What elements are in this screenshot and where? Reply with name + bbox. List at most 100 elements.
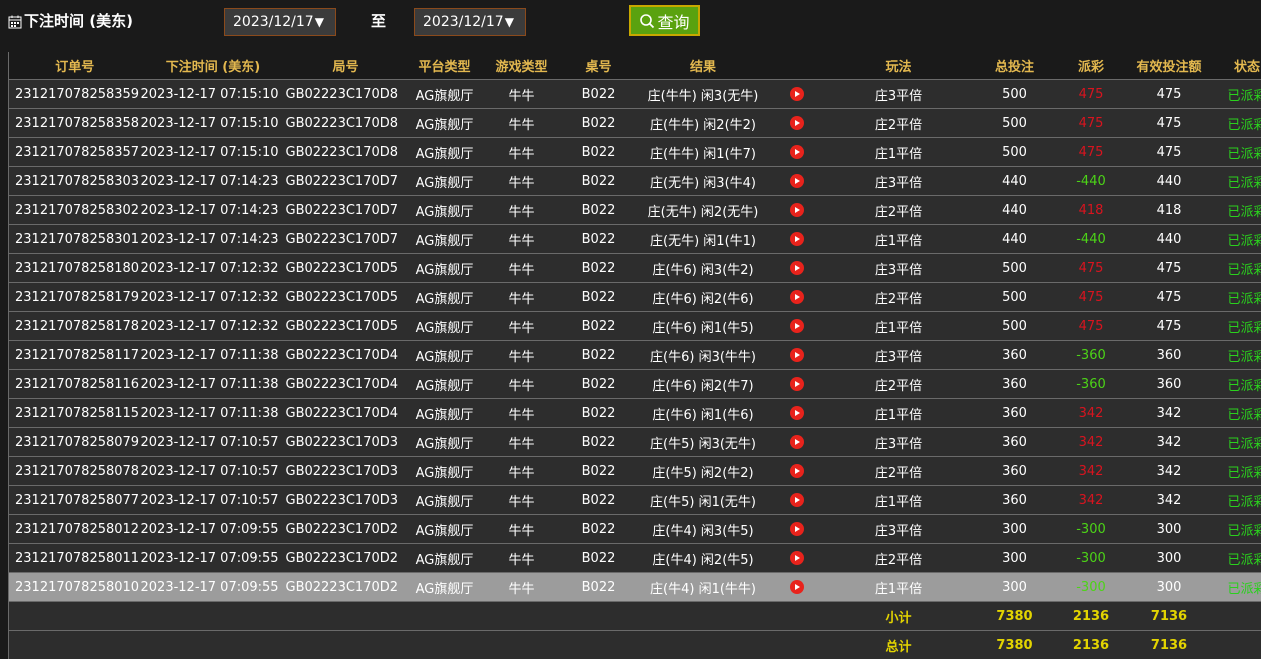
table-row[interactable]: 2312170782583012023-12-17 07:14:23GB0222… (9, 225, 1261, 254)
video-cell[interactable] (769, 312, 825, 341)
subtotal-bet: 7380 (973, 602, 1057, 631)
play-video-icon[interactable] (790, 493, 804, 507)
filter-bar: 下注时间 (美东) 2023/12/17 ▼ 至 2023/12/17 ▼ 查询 (0, 0, 1261, 50)
game-type-cell: 牛牛 (484, 399, 560, 428)
play-video-icon[interactable] (790, 116, 804, 130)
header-result: 结果 (638, 52, 769, 80)
bet-time-cell: 2023-12-17 07:11:38 (141, 341, 286, 370)
video-cell[interactable] (769, 399, 825, 428)
play-video-icon[interactable] (790, 145, 804, 159)
play-video-icon[interactable] (790, 464, 804, 478)
video-cell[interactable] (769, 515, 825, 544)
payout-cell: 475 (1057, 138, 1126, 167)
status-cell: 已派彩 (1213, 573, 1261, 602)
table-row[interactable]: 2312170782581782023-12-17 07:12:32GB0222… (9, 312, 1261, 341)
video-cell[interactable] (769, 486, 825, 515)
table-row[interactable]: 2312170782581152023-12-17 07:11:38GB0222… (9, 399, 1261, 428)
result-cell: 庄(牛6) 闲3(牛2) (638, 254, 769, 283)
play-type-cell: 庄3平倍 (825, 254, 973, 283)
table-row[interactable]: 2312170782583022023-12-17 07:14:23GB0222… (9, 196, 1261, 225)
play-type-cell: 庄2平倍 (825, 109, 973, 138)
status-cell: 已派彩 (1213, 370, 1261, 399)
total-bet-cell: 300 (973, 573, 1057, 602)
table-row[interactable]: 2312170782583572023-12-17 07:15:10GB0222… (9, 138, 1261, 167)
video-cell[interactable] (769, 341, 825, 370)
valid-bet-cell: 342 (1126, 428, 1213, 457)
round-no-cell: GB02223C170D2 (286, 573, 406, 602)
bet-time-cell: 2023-12-17 07:14:23 (141, 196, 286, 225)
status-cell: 已派彩 (1213, 196, 1261, 225)
video-cell[interactable] (769, 196, 825, 225)
table-row[interactable]: 2312170782580122023-12-17 07:09:55GB0222… (9, 515, 1261, 544)
video-cell[interactable] (769, 428, 825, 457)
play-video-icon[interactable] (790, 203, 804, 217)
order-no-cell: 231217078258115 (9, 399, 141, 428)
video-cell[interactable] (769, 225, 825, 254)
play-video-icon[interactable] (790, 377, 804, 391)
table-row[interactable]: 2312170782581792023-12-17 07:12:32GB0222… (9, 283, 1261, 312)
video-cell[interactable] (769, 138, 825, 167)
result-cell: 庄(牛5) 闲1(无牛) (638, 486, 769, 515)
table-row[interactable]: 2312170782581802023-12-17 07:12:32GB0222… (9, 254, 1261, 283)
table-row[interactable]: 2312170782580782023-12-17 07:10:57GB0222… (9, 457, 1261, 486)
video-cell[interactable] (769, 167, 825, 196)
play-type-cell: 庄2平倍 (825, 370, 973, 399)
platform-cell: AG旗舰厅 (406, 544, 484, 573)
result-cell: 庄(牛牛) 闲3(无牛) (638, 80, 769, 109)
video-cell[interactable] (769, 573, 825, 602)
order-no-cell: 231217078258116 (9, 370, 141, 399)
status-cell: 已派彩 (1213, 544, 1261, 573)
status-cell: 已派彩 (1213, 167, 1261, 196)
play-video-icon[interactable] (790, 261, 804, 275)
total-row: 总计 7380 2136 7136 (9, 631, 1261, 659)
play-video-icon[interactable] (790, 232, 804, 246)
play-video-icon[interactable] (790, 174, 804, 188)
video-cell[interactable] (769, 457, 825, 486)
platform-cell: AG旗舰厅 (406, 341, 484, 370)
play-video-icon[interactable] (790, 551, 804, 565)
game-type-cell: 牛牛 (484, 225, 560, 254)
order-no-cell: 231217078258358 (9, 109, 141, 138)
table-row[interactable]: 2312170782580792023-12-17 07:10:57GB0222… (9, 428, 1261, 457)
table-row[interactable]: 2312170782583032023-12-17 07:14:23GB0222… (9, 167, 1261, 196)
video-cell[interactable] (769, 109, 825, 138)
play-video-icon[interactable] (790, 319, 804, 333)
play-video-icon[interactable] (790, 435, 804, 449)
total-bet-cell: 360 (973, 370, 1057, 399)
play-video-icon[interactable] (790, 522, 804, 536)
play-video-icon[interactable] (790, 290, 804, 304)
end-date-select[interactable]: 2023/12/17 ▼ (414, 8, 526, 36)
table-row[interactable]: 2312170782581162023-12-17 07:11:38GB0222… (9, 370, 1261, 399)
bet-time-cell: 2023-12-17 07:11:38 (141, 399, 286, 428)
table-row[interactable]: 2312170782581172023-12-17 07:11:38GB0222… (9, 341, 1261, 370)
table-no-cell: B022 (560, 457, 638, 486)
table-no-cell: B022 (560, 283, 638, 312)
start-date-select[interactable]: 2023/12/17 ▼ (224, 8, 336, 36)
query-button[interactable]: 查询 (629, 5, 700, 36)
table-row[interactable]: 2312170782580102023-12-17 07:09:55GB0222… (9, 573, 1261, 602)
total-bet-cell: 360 (973, 486, 1057, 515)
video-cell[interactable] (769, 544, 825, 573)
video-cell[interactable] (769, 283, 825, 312)
play-video-icon[interactable] (790, 406, 804, 420)
table-no-cell: B022 (560, 167, 638, 196)
status-cell: 已派彩 (1213, 80, 1261, 109)
header-table-no: 桌号 (560, 52, 638, 80)
status-cell: 已派彩 (1213, 138, 1261, 167)
table-row[interactable]: 2312170782583582023-12-17 07:15:10GB0222… (9, 109, 1261, 138)
total-bet-cell: 300 (973, 544, 1057, 573)
payout-cell: 475 (1057, 254, 1126, 283)
video-cell[interactable] (769, 80, 825, 109)
table-row[interactable]: 2312170782580112023-12-17 07:09:55GB0222… (9, 544, 1261, 573)
platform-cell: AG旗舰厅 (406, 196, 484, 225)
video-cell[interactable] (769, 254, 825, 283)
play-video-icon[interactable] (790, 87, 804, 101)
round-no-cell: GB02223C170D5 (286, 283, 406, 312)
bet-time-cell: 2023-12-17 07:11:38 (141, 370, 286, 399)
table-row[interactable]: 2312170782580772023-12-17 07:10:57GB0222… (9, 486, 1261, 515)
video-cell[interactable] (769, 370, 825, 399)
table-row[interactable]: 2312170782583592023-12-17 07:15:10GB0222… (9, 80, 1261, 109)
play-video-icon[interactable] (790, 580, 804, 594)
payout-cell: -300 (1057, 544, 1126, 573)
play-video-icon[interactable] (790, 348, 804, 362)
